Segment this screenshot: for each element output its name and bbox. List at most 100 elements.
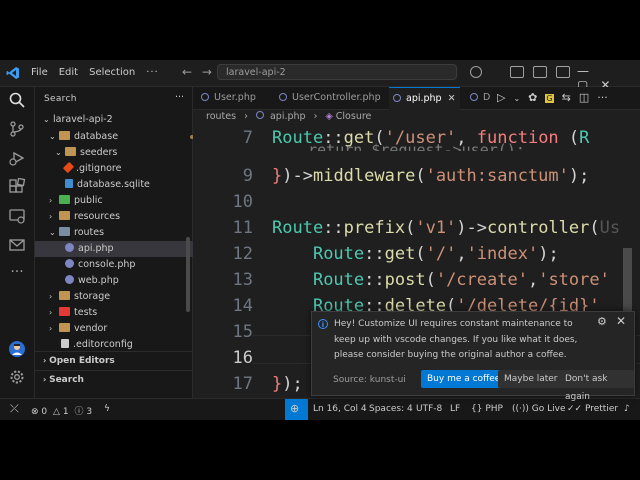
remote-explorer-icon[interactable] — [8, 207, 26, 225]
compare-icon[interactable]: ⇆ — [562, 91, 571, 104]
buy-me-a-coffee-button[interactable]: Buy me a coffee — [421, 370, 507, 388]
language-mode[interactable]: {} PHP — [471, 404, 503, 414]
explorer-sidebar: Search ··· ⌄ laravel-api-2 ⌄ database ⌄ see… — [35, 87, 222, 400]
command-center[interactable]: laravel-api-2 — [217, 64, 457, 80]
tree-folder-public[interactable]: › public — [35, 193, 206, 209]
chevron-right-icon: › — [49, 196, 53, 205]
zoom-button[interactable]: ⊕ — [285, 399, 308, 420]
minimize-icon[interactable]: — — [577, 64, 589, 78]
dont-ask-again-button[interactable]: Don't ask again — [559, 370, 634, 402]
tab-user-php[interactable]: User.php — [201, 87, 256, 109]
breadcrumb: routes › api.php › ◈ Closure — [206, 111, 371, 122]
broadcast-icon: ((·)) — [512, 404, 529, 414]
menu-more[interactable]: ··· — [146, 67, 159, 78]
extensions-icon[interactable] — [8, 177, 26, 196]
line-number: 13 — [232, 270, 253, 290]
split-editor-icon[interactable]: ◫ — [579, 91, 589, 104]
line-number: 11 — [232, 218, 253, 238]
notifications-bell-icon[interactable]: ♪ — [624, 404, 630, 414]
php-file-icon — [393, 94, 401, 102]
tab-api-php[interactable]: api.php ✕ — [389, 87, 460, 110]
source-control-icon[interactable] — [8, 120, 26, 138]
info-icon: i — [318, 319, 328, 329]
tree-folder-seeders[interactable]: ⌄ seeders — [35, 145, 212, 161]
copilot-icon[interactable] — [470, 66, 482, 78]
dropdown-icon[interactable]: ⌄ — [513, 94, 520, 103]
sidebar-more-icon[interactable]: ··· — [175, 92, 184, 103]
editorconfig-icon — [61, 339, 69, 348]
chevron-down-icon: ⌄ — [49, 228, 56, 237]
chevron-right-icon: › — [49, 308, 53, 317]
cursor-position[interactable]: Ln 16, Col 4 — [313, 404, 367, 414]
code-line: })->middleware('auth:sanctum'); — [272, 166, 590, 186]
manage-gear-icon[interactable] — [8, 368, 26, 386]
tree-root[interactable]: ⌄ laravel-api-2 — [35, 112, 200, 128]
problems-indicator[interactable]: ⊗ 0 △ 1 ⓘ 3 — [31, 404, 92, 417]
extension-action-icon[interactable]: G — [545, 94, 554, 103]
chevron-down-icon: ⌄ — [55, 148, 62, 157]
menu-file[interactable]: File — [31, 67, 48, 78]
run-debug-icon[interactable] — [8, 149, 26, 167]
line-number: 10 — [232, 192, 253, 212]
breadcrumb-file[interactable]: api.php — [270, 111, 306, 122]
tab-d[interactable]: D — [470, 87, 490, 109]
notification-source: Source: kunst-ui — [333, 375, 406, 385]
forward-arrow-icon[interactable]: → — [202, 65, 212, 79]
encoding[interactable]: UTF-8 — [416, 404, 442, 414]
folder-icon — [59, 211, 70, 220]
remote-icon[interactable]: ⤫ — [10, 402, 19, 416]
menu-selection[interactable]: Selection — [89, 67, 135, 78]
tree-folder-vendor[interactable]: › vendor — [35, 321, 206, 337]
lightning-icon[interactable]: ϟ — [104, 404, 110, 414]
chevron-right-icon: › — [49, 292, 53, 301]
breadcrumb-symbol[interactable]: Closure — [336, 111, 372, 122]
toggle-panel-icon[interactable] — [533, 66, 547, 78]
chevron-right-icon: › — [313, 111, 318, 122]
chevron-right-icon: › — [49, 212, 53, 221]
close-tab-icon[interactable]: ✕ — [448, 93, 456, 104]
folder-icon — [59, 227, 70, 236]
back-arrow-icon[interactable]: ← — [182, 65, 192, 79]
tree-folder-routes[interactable]: ⌄ routes — [35, 225, 206, 241]
code-line: Route::post('/create','store' — [312, 270, 610, 290]
vscode-logo-icon — [6, 67, 19, 79]
account-avatar[interactable] — [8, 340, 26, 358]
tab-usercontroller-php[interactable]: UserController.php — [279, 87, 381, 109]
git-icon — [62, 161, 75, 174]
zoom-icon: ⊕ — [290, 402, 300, 415]
menu-edit[interactable]: Edit — [59, 67, 78, 78]
notification-toast: i Hey! Customize UI requires constant ma… — [311, 311, 635, 402]
search-icon[interactable] — [8, 91, 26, 109]
tree-folder-tests[interactable]: › tests — [35, 305, 206, 321]
notification-message: Hey! Customize UI requires constant main… — [334, 319, 578, 360]
line-number: 14 — [232, 296, 253, 316]
folder-icon — [65, 147, 76, 156]
go-live[interactable]: ((·)) Go Live — [512, 404, 566, 414]
editor-more-icon[interactable]: ··· — [597, 91, 608, 104]
toggle-sidebar-icon[interactable] — [510, 66, 524, 78]
php-file-icon — [65, 259, 74, 268]
code-line: }); — [272, 374, 303, 394]
sidebar-scrollbar[interactable] — [186, 237, 190, 312]
open-editors-section[interactable]: › Open Editors — [35, 351, 200, 370]
gmail-icon[interactable] — [8, 236, 26, 254]
breadcrumb-folder[interactable]: routes — [206, 111, 236, 122]
line-number: 7 — [242, 128, 253, 148]
maybe-later-button[interactable]: Maybe later — [498, 370, 564, 388]
tree-folder-resources[interactable]: › resources — [35, 209, 206, 225]
more-views-icon[interactable]: ··· — [8, 263, 26, 281]
tree-folder-storage[interactable]: › storage — [35, 289, 206, 305]
chevron-down-icon: ⌄ — [43, 115, 50, 124]
end-of-line[interactable]: LF — [450, 404, 460, 414]
openai-icon[interactable]: ✿ — [528, 91, 537, 104]
run-icon[interactable]: ▷ — [497, 91, 505, 104]
toggle-secondary-sidebar-icon[interactable] — [556, 66, 570, 78]
tree-folder-database[interactable]: ⌄ database — [35, 129, 206, 145]
notification-settings-gear-icon[interactable]: ⚙ — [597, 315, 607, 328]
cube-icon: ◈ — [325, 111, 333, 122]
search-section[interactable]: › Search — [35, 370, 200, 389]
notification-close-icon[interactable]: ✕ — [616, 314, 626, 328]
indentation[interactable]: Spaces: 4 — [369, 404, 413, 414]
editor-tabs: User.php UserController.php api.php ✕ D ▷… — [193, 87, 640, 110]
line-number: 16 — [232, 348, 253, 368]
